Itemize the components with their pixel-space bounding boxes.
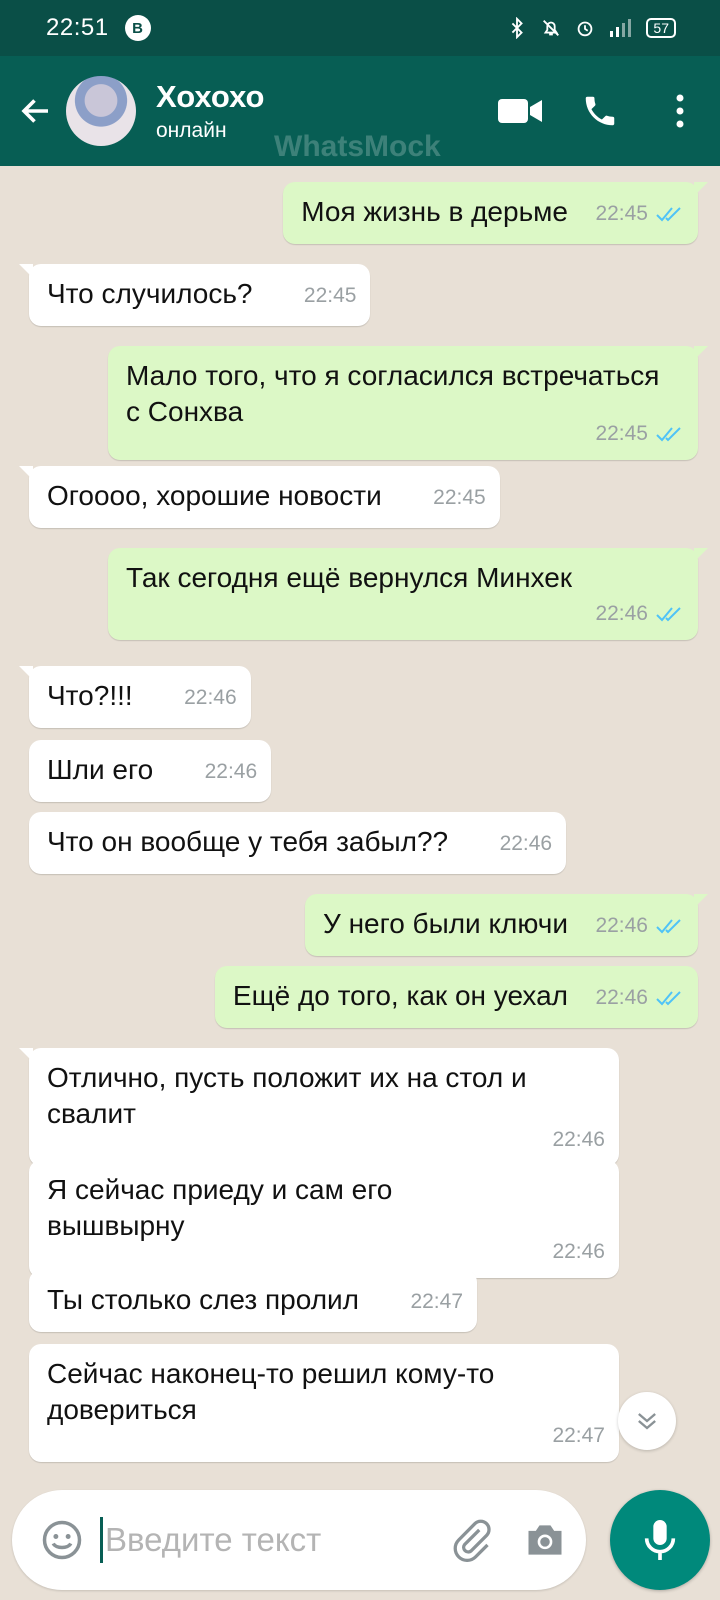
video-call-button[interactable] [480,71,560,151]
message-incoming[interactable]: Что случилось? 22:45 [18,264,371,326]
message-meta: 22:45 [304,278,357,314]
battery-level: 57 [646,18,676,38]
attach-icon [453,1519,491,1562]
message-incoming[interactable]: Сейчас наконец-то решил кому-то доверить… [29,1344,619,1462]
message-outgoing[interactable]: У него были ключи 22:46 [305,894,708,956]
message-text: Отлично, пусть положит их на стол и свал… [47,1062,527,1129]
message-text: Что случилось? [47,278,253,309]
mute-bell-icon [543,20,560,36]
message-meta: 22:45 [595,416,684,452]
message-incoming[interactable]: Что он вообще у тебя забыл?? 22:46 [29,812,567,874]
contact-status: онлайн [156,119,227,142]
message-incoming[interactable]: Я сейчас приеду и сам его вышвырну 22:46 [29,1160,619,1278]
message-text: Что он вообще у тебя забыл?? [47,826,449,857]
message-time: 22:46 [595,986,648,1009]
message-text: Шли его [47,754,154,785]
voice-call-button[interactable] [560,71,640,151]
status-bar: 22:51 B 57 [0,0,720,56]
message-time: 22:47 [552,1424,605,1447]
message-meta: 22:46 [595,596,684,632]
message-incoming[interactable]: Что?!!! 22:46 [19,666,251,728]
message-incoming[interactable]: Отлично, пусть положит их на стол и свал… [19,1048,619,1166]
double-check-icon [656,991,681,1006]
message-time: 22:45 [433,486,486,509]
message-text: Моя жизнь в дерьме [301,196,568,227]
message-meta: 22:46 [184,680,237,716]
double-check-icon [656,919,681,934]
bluetooth-icon [512,17,524,39]
mic-icon [644,1520,676,1560]
message-time: 22:45 [595,422,648,445]
message-time: 22:46 [595,914,648,937]
message-time: 22:45 [595,202,648,225]
message-meta: 22:45 [433,480,486,516]
camera-button[interactable] [515,1510,575,1570]
message-text: Я сейчас приеду и сам его вышвырну [47,1174,393,1241]
voice-record-button[interactable] [610,1490,710,1590]
message-incoming[interactable]: Огоооо, хорошие новости 22:45 [19,466,500,528]
double-check-icon [656,607,681,622]
status-icons: 57 [506,17,676,39]
message-outgoing[interactable]: Ещё до того, как он уехал 22:46 [214,966,698,1028]
message-composer [12,1490,586,1590]
status-badge: B [124,15,151,41]
more-vert-icon [676,94,684,128]
attach-button[interactable] [441,1510,501,1570]
message-text: Так сегодня ещё вернулся Минхек [126,562,573,593]
message-outgoing[interactable]: Моя жизнь в дерьме 22:45 [283,182,708,244]
watermark: WhatsMock [274,130,441,163]
back-arrow-icon[interactable] [6,81,66,141]
message-text: Что?!!! [47,680,133,711]
message-time: 22:46 [184,686,237,709]
contact-info[interactable]: Хохохо онлайн [156,79,264,143]
message-time: 22:46 [552,1240,605,1263]
message-incoming[interactable]: Ты столько слез пролил 22:47 [29,1270,478,1332]
message-outgoing[interactable]: Так сегодня ещё вернулся Минхек 22:46 [108,548,708,640]
message-text: У него были ключи [323,908,568,939]
message-text: Огоооо, хорошие новости [47,480,382,511]
message-text: Ты столько слез пролил [47,1284,360,1315]
signal-icon [610,19,632,37]
message-meta: 22:46 [205,754,258,790]
message-meta: 22:46 [552,1234,605,1270]
emoji-button[interactable] [32,1510,92,1570]
scroll-down-button[interactable] [618,1392,676,1450]
double-check-icon [656,427,681,442]
message-meta: 22:46 [500,826,553,862]
message-text: Мало того, что я согласился встречаться … [126,360,660,427]
message-text: Ещё до того, как он уехал [232,980,568,1011]
contact-name: Хохохо [156,79,265,114]
phone-icon [585,96,615,126]
status-time: 22:51 [46,14,109,41]
message-text: Сейчас наконец-то решил кому-то доверить… [47,1358,495,1425]
message-time: 22:46 [552,1128,605,1151]
text-cursor [100,1517,103,1563]
camera-icon [528,1525,562,1555]
message-time: 22:46 [204,760,258,783]
more-options-button[interactable] [640,71,720,151]
header-actions [480,71,720,151]
message-time: 22:47 [410,1290,464,1313]
message-meta: 22:46 [595,980,684,1016]
double-check-icon [656,207,681,222]
message-outgoing[interactable]: Мало того, что я согласился встречаться … [108,346,708,460]
emoji-icon [42,1520,82,1560]
message-input[interactable] [105,1521,435,1559]
message-time: 22:46 [595,602,648,625]
message-meta: 22:46 [552,1122,605,1158]
message-meta: 22:45 [595,196,684,232]
message-meta: 22:47 [552,1418,605,1454]
alarm-icon [578,21,593,37]
message-incoming[interactable]: Шли его 22:46 [29,740,272,802]
message-meta: 22:47 [410,1284,463,1320]
message-time: 22:45 [303,284,357,307]
avatar[interactable] [66,76,136,146]
chevron-down-icon [638,1413,656,1430]
message-time: 22:46 [499,832,553,855]
video-call-icon [498,99,542,123]
chat-area[interactable]: Моя жизнь в дерьме 22:45 Что случилось? … [0,166,720,1476]
message-meta: 22:46 [595,908,684,944]
